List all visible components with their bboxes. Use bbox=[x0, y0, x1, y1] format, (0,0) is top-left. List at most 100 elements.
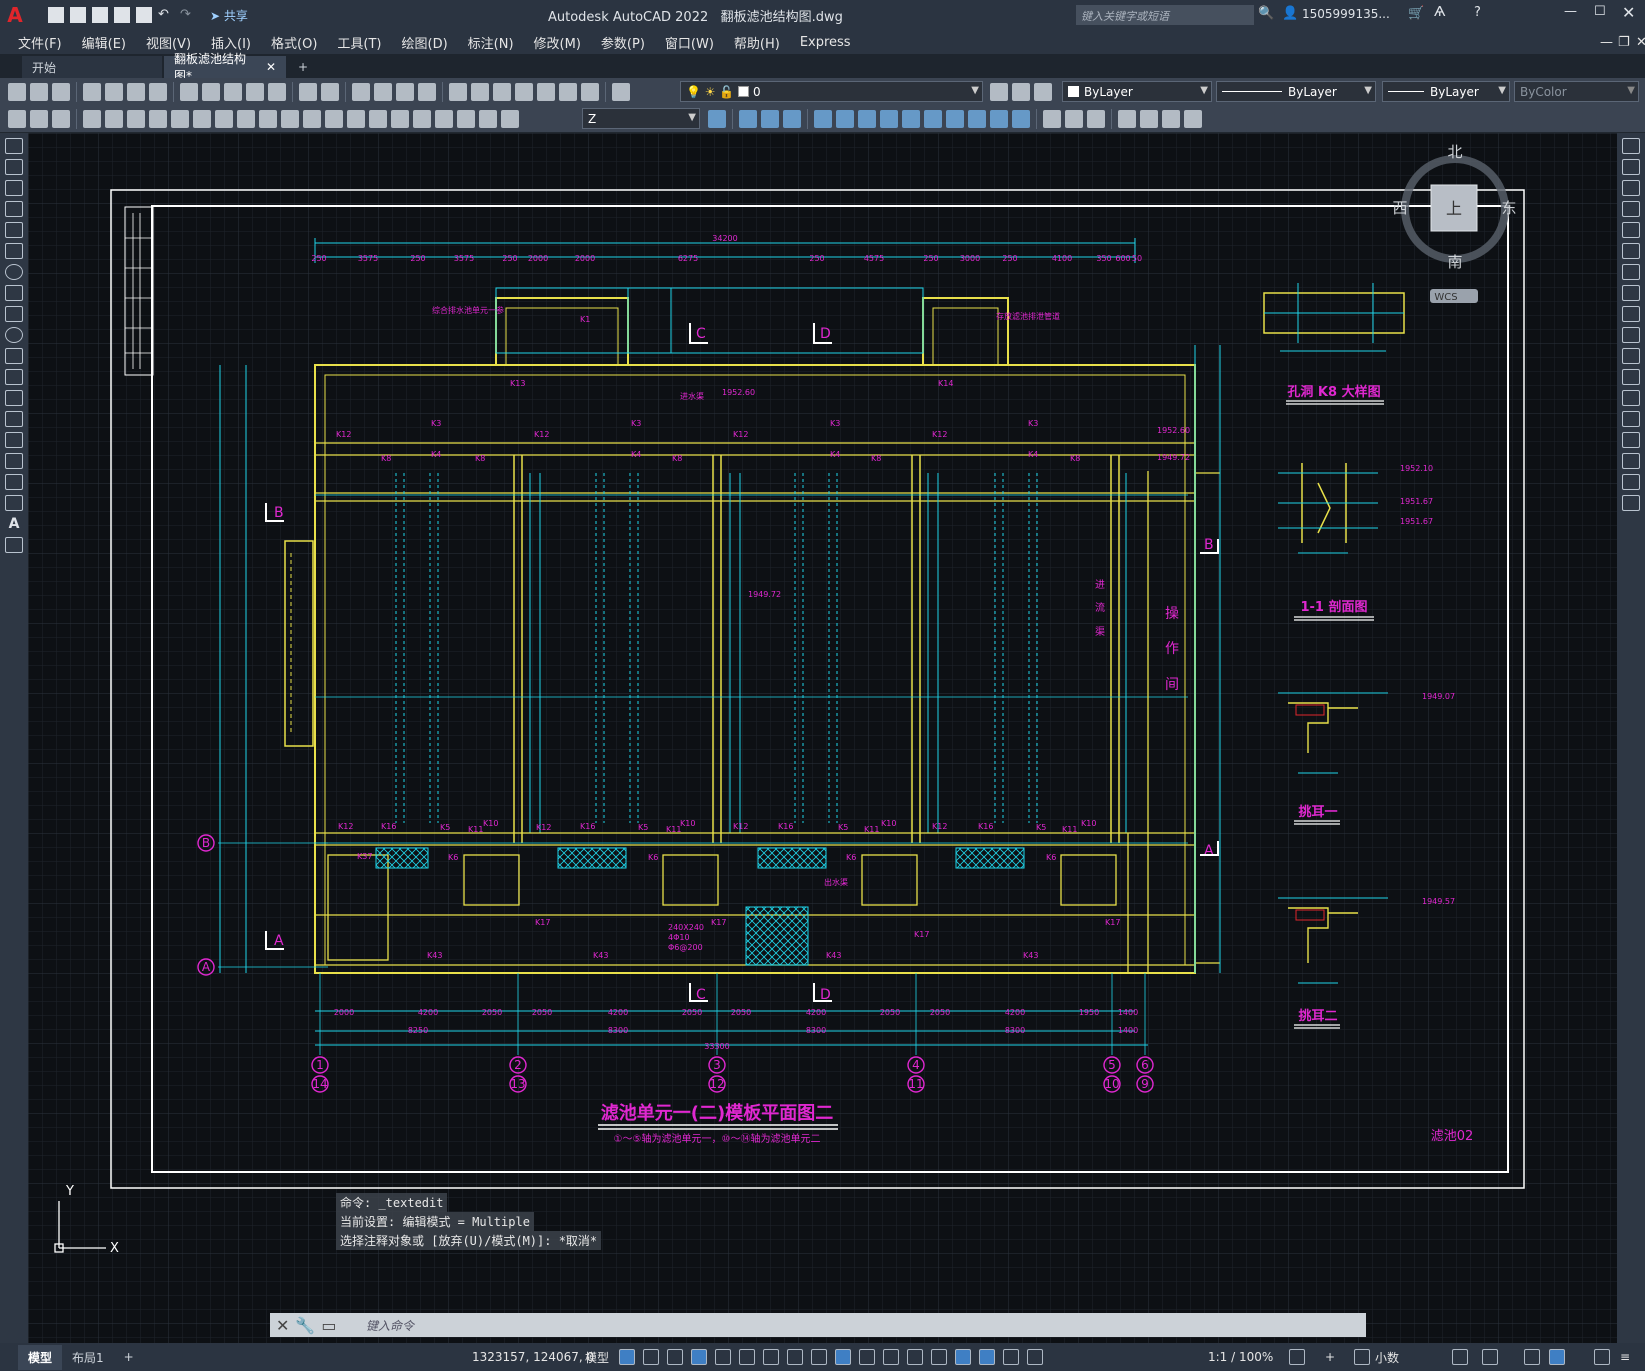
menu-insert[interactable]: 插入(I) bbox=[201, 33, 261, 52]
jogged-icon[interactable] bbox=[193, 109, 211, 128]
qnew-icon[interactable] bbox=[8, 82, 26, 101]
gizmo-icon[interactable] bbox=[955, 1349, 971, 1365]
doc-close[interactable]: ✕ bbox=[1626, 35, 1645, 50]
undo-tool-icon[interactable] bbox=[299, 82, 317, 101]
sheet-set-icon[interactable] bbox=[515, 82, 533, 101]
materials-icon[interactable] bbox=[1087, 109, 1105, 128]
viewcube-east[interactable]: 东 bbox=[1501, 199, 1516, 217]
grid-icon[interactable] bbox=[619, 1349, 635, 1365]
color-combo[interactable]: ByLayer ▼ bbox=[1062, 81, 1212, 102]
maximize-button[interactable]: ☐ bbox=[1594, 4, 1606, 19]
layer-properties-icon[interactable] bbox=[612, 82, 630, 101]
copy-icon[interactable] bbox=[202, 82, 220, 101]
match-properties-icon[interactable] bbox=[246, 82, 264, 101]
erase-icon[interactable] bbox=[1622, 138, 1640, 154]
mtext-icon[interactable]: A bbox=[5, 516, 23, 532]
tab-layout1[interactable]: 布局1 bbox=[62, 1345, 114, 1370]
draw-order-icon[interactable] bbox=[8, 109, 26, 128]
clean-screen-icon[interactable] bbox=[1594, 1349, 1610, 1365]
preview-icon[interactable] bbox=[105, 82, 123, 101]
clip-icon[interactable] bbox=[1184, 109, 1202, 128]
menu-view[interactable]: 视图(V) bbox=[136, 33, 201, 52]
lineweight-combo[interactable]: ByLayer ▼ bbox=[1382, 81, 1510, 102]
save-icon[interactable] bbox=[92, 7, 108, 23]
zoom-realtime-icon[interactable] bbox=[374, 82, 392, 101]
ucs-apply-icon[interactable] bbox=[1012, 109, 1030, 128]
stretch-icon[interactable] bbox=[1622, 306, 1640, 322]
explode-icon[interactable] bbox=[1622, 495, 1640, 511]
mirror-icon[interactable] bbox=[1622, 180, 1640, 196]
dynamic-ucs-icon[interactable] bbox=[907, 1349, 923, 1365]
ucs-view-icon[interactable] bbox=[858, 109, 876, 128]
close-command-icon[interactable]: ✕ bbox=[276, 1316, 289, 1335]
customize-icon[interactable]: 🔧 bbox=[295, 1316, 315, 1335]
search-icon[interactable]: 🔍 bbox=[1258, 6, 1274, 21]
blend-icon[interactable] bbox=[1622, 474, 1640, 490]
hardware-accel-icon[interactable] bbox=[1549, 1349, 1565, 1365]
add-layout-button[interactable]: + bbox=[114, 1346, 144, 1368]
menu-dimension[interactable]: 标注(N) bbox=[458, 33, 524, 52]
layer-match-icon[interactable] bbox=[30, 109, 48, 128]
center-mark-icon[interactable] bbox=[391, 109, 409, 128]
help-tool-icon[interactable] bbox=[581, 82, 599, 101]
layer-previous-icon[interactable] bbox=[1012, 83, 1030, 101]
cart-icon[interactable]: 🛒 bbox=[1408, 6, 1424, 21]
workspace-icon[interactable] bbox=[1043, 109, 1061, 128]
region-icon[interactable] bbox=[5, 474, 23, 490]
continue-icon[interactable] bbox=[303, 109, 321, 128]
lineweight-icon[interactable] bbox=[811, 1349, 827, 1365]
table-icon[interactable] bbox=[5, 495, 23, 511]
menu-window[interactable]: 窗口(W) bbox=[655, 33, 724, 52]
layer-sun-icon[interactable]: ☀ bbox=[705, 85, 716, 99]
polar-icon[interactable] bbox=[715, 1349, 731, 1365]
workspace-gear-icon[interactable] bbox=[1289, 1349, 1305, 1365]
publish-icon[interactable] bbox=[127, 82, 145, 101]
tool-palettes-icon[interactable] bbox=[493, 82, 511, 101]
quick-properties-icon[interactable] bbox=[1452, 1349, 1468, 1365]
save-as-icon[interactable] bbox=[114, 7, 130, 23]
units-readout[interactable]: 小数 bbox=[1375, 1349, 1399, 1366]
menu-edit[interactable]: 编辑(E) bbox=[72, 33, 136, 52]
quickcalc-icon[interactable] bbox=[559, 82, 577, 101]
ucs-combo[interactable]: Z ▼ bbox=[582, 108, 700, 129]
redo-icon[interactable]: ↷ bbox=[180, 7, 196, 23]
customize-menu-icon[interactable]: ≡ bbox=[1620, 1350, 1630, 1364]
a360-icon[interactable]: Ѧ bbox=[1434, 5, 1445, 20]
linear-dim-icon[interactable] bbox=[83, 109, 101, 128]
tab-drawing[interactable]: 翻板滤池结构图* ✕ bbox=[164, 52, 286, 83]
annotation-monitor-icon[interactable] bbox=[1354, 1349, 1370, 1365]
snap-icon[interactable] bbox=[643, 1349, 659, 1365]
ucs-x-icon[interactable] bbox=[946, 109, 964, 128]
3d-print-icon[interactable] bbox=[149, 82, 167, 101]
new-icon[interactable] bbox=[48, 7, 64, 23]
ucs-y-icon[interactable] bbox=[968, 109, 986, 128]
selection-filter-icon[interactable] bbox=[931, 1349, 947, 1365]
autocad-logo[interactable]: A bbox=[0, 0, 30, 30]
baseline-icon[interactable] bbox=[281, 109, 299, 128]
insert-block-tool-icon[interactable] bbox=[5, 369, 23, 385]
paste-icon[interactable] bbox=[224, 82, 242, 101]
hatch-icon[interactable] bbox=[5, 432, 23, 448]
circle-icon[interactable] bbox=[5, 264, 23, 280]
ellipse-icon[interactable] bbox=[5, 327, 23, 343]
cut-icon[interactable] bbox=[180, 82, 198, 101]
drawing-canvas[interactable]: 1 2 3 4 5 6 14 13 12 11 10 9 B A C D B B… bbox=[28, 133, 1617, 1343]
point-icon[interactable] bbox=[5, 411, 23, 427]
revcloud-icon[interactable] bbox=[5, 285, 23, 301]
array-icon[interactable] bbox=[1622, 222, 1640, 238]
polygon-icon[interactable] bbox=[5, 201, 23, 217]
undo-icon[interactable]: ↶ bbox=[158, 7, 174, 23]
block-editor-icon[interactable] bbox=[268, 82, 286, 101]
new-tab-button[interactable]: + bbox=[288, 56, 318, 78]
recent-commands-icon[interactable]: ▭ bbox=[321, 1316, 336, 1335]
break-icon[interactable] bbox=[1622, 390, 1640, 406]
add-icon[interactable]: + bbox=[1325, 1350, 1335, 1364]
3d-osnap-icon[interactable] bbox=[883, 1349, 899, 1365]
scale-readout[interactable]: 1:1 / 100% bbox=[1208, 1350, 1273, 1364]
line-icon[interactable] bbox=[5, 138, 23, 154]
angular-icon[interactable] bbox=[237, 109, 255, 128]
chamfer-icon[interactable] bbox=[1622, 432, 1640, 448]
transparency-icon[interactable] bbox=[835, 1349, 851, 1365]
redo-tool-icon[interactable] bbox=[321, 82, 339, 101]
viewcube-north[interactable]: 北 bbox=[1447, 143, 1462, 161]
